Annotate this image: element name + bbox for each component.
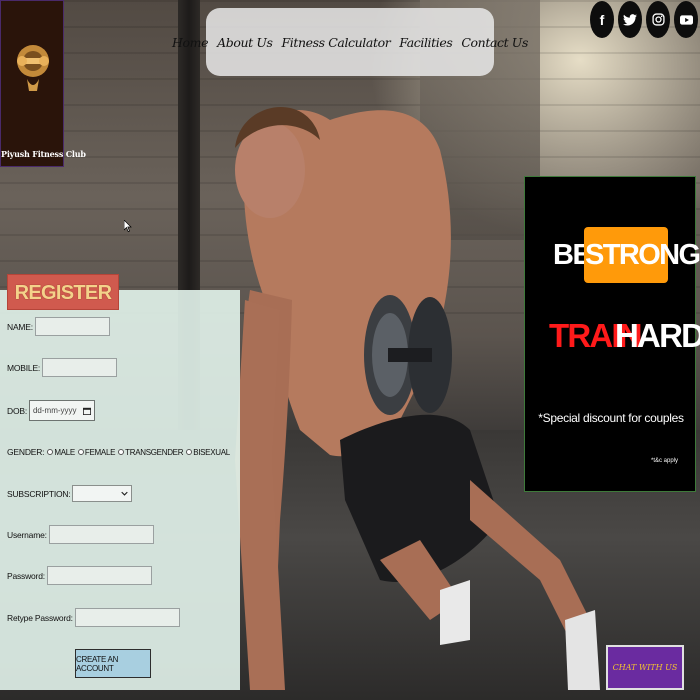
promo-discount: *Special discount for couples xyxy=(538,411,684,425)
subscription-row: SUBSCRIPTION: xyxy=(7,485,132,502)
radio-circle[interactable] xyxy=(77,449,84,455)
dob-label: DOB: xyxy=(7,405,27,416)
dob-placeholder: dd-mm-yyyy xyxy=(32,406,77,415)
twitter-icon[interactable] xyxy=(618,1,642,38)
calendar-icon[interactable] xyxy=(82,407,91,415)
nav-facilities[interactable]: Facilities xyxy=(399,35,453,50)
gender-option-transgender[interactable]: TRANSGENDER xyxy=(118,448,183,457)
username-input[interactable] xyxy=(48,525,154,544)
dob-input[interactable]: dd-mm-yyyy xyxy=(28,400,95,421)
dob-row: DOB: dd-mm-yyyy xyxy=(7,400,95,421)
gender-option-male[interactable]: MALE xyxy=(47,448,75,457)
name-row: NAME: xyxy=(7,317,110,336)
gender-option-bisexual[interactable]: BISEXUAL xyxy=(186,448,230,457)
nav-contact-us[interactable]: Contact Us xyxy=(461,35,528,50)
promo-strong: STRONG xyxy=(585,239,700,271)
gender-row: GENDER: MALE FEMALE TRANSGENDER BISEXUAL xyxy=(7,447,230,457)
gender-label: GENDER: xyxy=(7,447,45,457)
retype-password-row: Retype Password: xyxy=(7,608,180,627)
create-account-button[interactable]: CREATE AN ACCOUNT xyxy=(75,649,151,678)
register-title: REGISTER NOW xyxy=(7,274,119,340)
radio-circle[interactable] xyxy=(47,449,54,455)
dumbbell-emblem-icon xyxy=(17,45,49,91)
password-row: Password: xyxy=(7,566,152,585)
nav-home[interactable]: Home xyxy=(172,35,208,50)
brand-logo[interactable]: Piyush Fitness Club xyxy=(0,0,86,167)
mobile-input[interactable] xyxy=(42,358,118,377)
nav-about-us[interactable]: About Us xyxy=(217,35,273,50)
social-links: f xyxy=(590,1,698,38)
retype-password-label: Retype Password: xyxy=(7,612,73,623)
instagram-icon[interactable] xyxy=(646,1,670,38)
promo-terms: *t&c apply xyxy=(651,458,679,464)
username-row: Username: xyxy=(7,525,154,544)
username-label: Username: xyxy=(7,529,47,540)
gender-option-female[interactable]: FEMALE xyxy=(77,448,115,457)
main-navigation: Home About Us Fitness Calculator Facilit… xyxy=(172,8,528,76)
promo-banner: BE STRONG TRAIN HARD *Special discount f… xyxy=(524,176,700,492)
radio-circle[interactable] xyxy=(186,449,193,455)
password-label: Password: xyxy=(7,570,45,581)
name-label: NAME: xyxy=(7,321,33,332)
subscription-select[interactable] xyxy=(71,485,132,502)
facebook-icon[interactable]: f xyxy=(590,1,614,38)
retype-password-input[interactable] xyxy=(74,608,180,627)
mobile-row: MOBILE: xyxy=(7,358,118,377)
mouse-cursor-icon xyxy=(124,220,132,232)
mobile-label: MOBILE: xyxy=(7,362,41,373)
brand-name: Piyush Fitness Club xyxy=(1,149,86,159)
radio-circle[interactable] xyxy=(118,449,125,455)
youtube-icon[interactable] xyxy=(674,1,698,38)
chevron-down-icon xyxy=(120,491,128,496)
name-input[interactable] xyxy=(34,317,110,336)
nav-fitness-calculator[interactable]: Fitness Calculator xyxy=(281,35,390,50)
password-input[interactable] xyxy=(46,566,152,585)
chat-with-us-button[interactable]: CHAT WITH US xyxy=(606,645,684,690)
subscription-label: SUBSCRIPTION: xyxy=(7,488,71,499)
promo-hard: HARD xyxy=(615,317,700,354)
